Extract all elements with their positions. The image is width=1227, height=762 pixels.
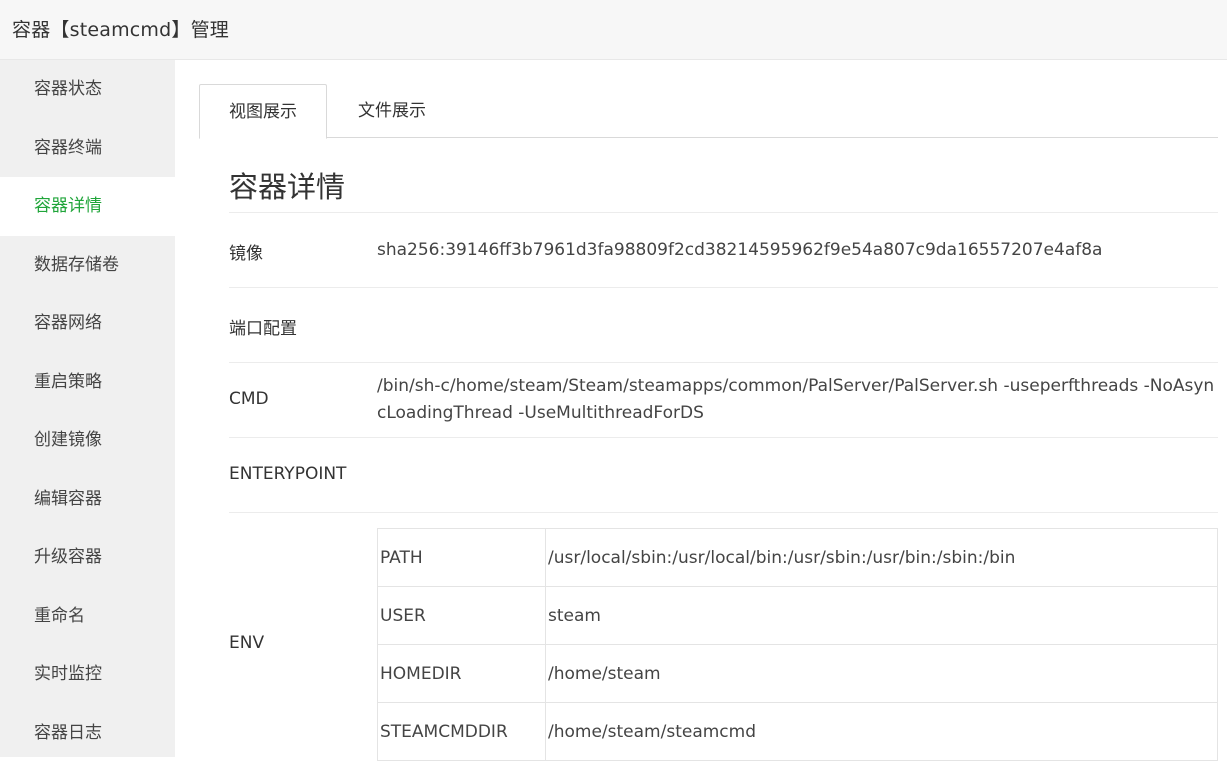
sidebar-item-status[interactable]: 容器状态 xyxy=(0,60,175,119)
sidebar-item-monitor[interactable]: 实时监控 xyxy=(0,645,175,704)
env-value: /usr/local/sbin:/usr/local/bin:/usr/sbin… xyxy=(546,529,1218,587)
sidebar-item-network[interactable]: 容器网络 xyxy=(0,294,175,353)
sidebar-item-edit-container[interactable]: 编辑容器 xyxy=(0,470,175,529)
cmd-label: CMD xyxy=(229,389,269,409)
sidebar-item-volumes[interactable]: 数据存储卷 xyxy=(0,236,175,295)
env-label: ENV xyxy=(229,633,264,653)
sidebar-item-terminal[interactable]: 容器终端 xyxy=(0,119,175,178)
sidebar-item-logs[interactable]: 容器日志 xyxy=(0,704,175,762)
tab-view[interactable]: 视图展示 xyxy=(199,84,327,139)
image-value: sha256:39146ff3b7961d3fa98809f2cd3821459… xyxy=(377,237,1217,264)
sidebar-item-details[interactable]: 容器详情 xyxy=(0,177,175,236)
env-key: HOMEDIR xyxy=(378,645,546,703)
env-key: PATH xyxy=(378,529,546,587)
sidebar-item-rename[interactable]: 重命名 xyxy=(0,587,175,646)
env-value: /home/steam xyxy=(546,645,1218,703)
ports-row: 端口配置 xyxy=(229,287,1218,363)
table-row: PATH /usr/local/sbin:/usr/local/bin:/usr… xyxy=(378,529,1218,587)
table-row: USER steam xyxy=(378,587,1218,645)
env-key: STEAMCMDDIR xyxy=(378,703,546,761)
table-row: HOMEDIR /home/steam xyxy=(378,645,1218,703)
env-key: USER xyxy=(378,587,546,645)
tab-file[interactable]: 文件展示 xyxy=(341,84,443,136)
cmd-row: CMD /bin/sh-c/home/steam/Steam/steamapps… xyxy=(229,362,1218,438)
cmd-value: /bin/sh-c/home/steam/Steam/steamapps/com… xyxy=(377,373,1217,427)
entrypoint-row: ENTERYPOINT xyxy=(229,437,1218,513)
section-title: 容器详情 xyxy=(229,164,345,206)
entrypoint-label: ENTERYPOINT xyxy=(229,464,346,484)
env-table: PATH /usr/local/sbin:/usr/local/bin:/usr… xyxy=(377,528,1218,761)
sidebar-item-create-image[interactable]: 创建镜像 xyxy=(0,411,175,470)
tab-bar: 视图展示 文件展示 xyxy=(199,84,1218,138)
table-row: STEAMCMDDIR /home/steam/steamcmd xyxy=(378,703,1218,761)
page-header: 容器【steamcmd】管理 xyxy=(0,0,1227,60)
image-row: 镜像 sha256:39146ff3b7961d3fa98809f2cd3821… xyxy=(229,212,1218,288)
image-label: 镜像 xyxy=(229,239,263,264)
page-title: 容器【steamcmd】管理 xyxy=(12,15,229,42)
sidebar-item-restart-policy[interactable]: 重启策略 xyxy=(0,353,175,412)
env-value: steam xyxy=(546,587,1218,645)
sidebar-item-upgrade-container[interactable]: 升级容器 xyxy=(0,528,175,587)
env-value: /home/steam/steamcmd xyxy=(546,703,1218,761)
ports-label: 端口配置 xyxy=(229,314,297,339)
sidebar: 容器状态 容器终端 容器详情 数据存储卷 容器网络 重启策略 创建镜像 编辑容器… xyxy=(0,60,175,757)
